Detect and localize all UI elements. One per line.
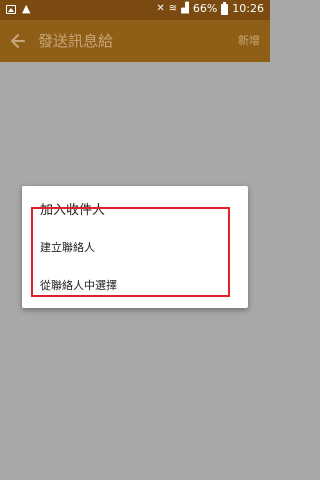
status-bar: ▲ ✕ ≋ ▟ 66% 10:26 bbox=[0, 0, 270, 20]
wifi-icon: ≋ bbox=[168, 3, 178, 14]
gallery-icon bbox=[6, 4, 16, 14]
app-bar: 發送訊息給 新增 bbox=[0, 20, 270, 62]
create-contact-option[interactable]: 建立聯絡人 bbox=[40, 240, 95, 256]
back-arrow-icon[interactable] bbox=[8, 31, 28, 51]
new-button[interactable]: 新增 bbox=[238, 33, 260, 49]
select-from-contacts-option[interactable]: 從聯絡人中選擇 bbox=[40, 278, 117, 294]
warning-icon: ▲ bbox=[22, 2, 31, 15]
signal-icon: ▟ bbox=[181, 3, 189, 14]
mute-icon: ✕ bbox=[156, 3, 165, 14]
battery-icon bbox=[221, 1, 229, 15]
add-recipient-dialog: 加入收件人 建立聯絡人 從聯絡人中選擇 bbox=[22, 186, 248, 308]
page-title: 發送訊息給 bbox=[38, 32, 114, 50]
clock: 10:26 bbox=[232, 2, 264, 15]
battery-percent: 66% bbox=[192, 2, 218, 15]
